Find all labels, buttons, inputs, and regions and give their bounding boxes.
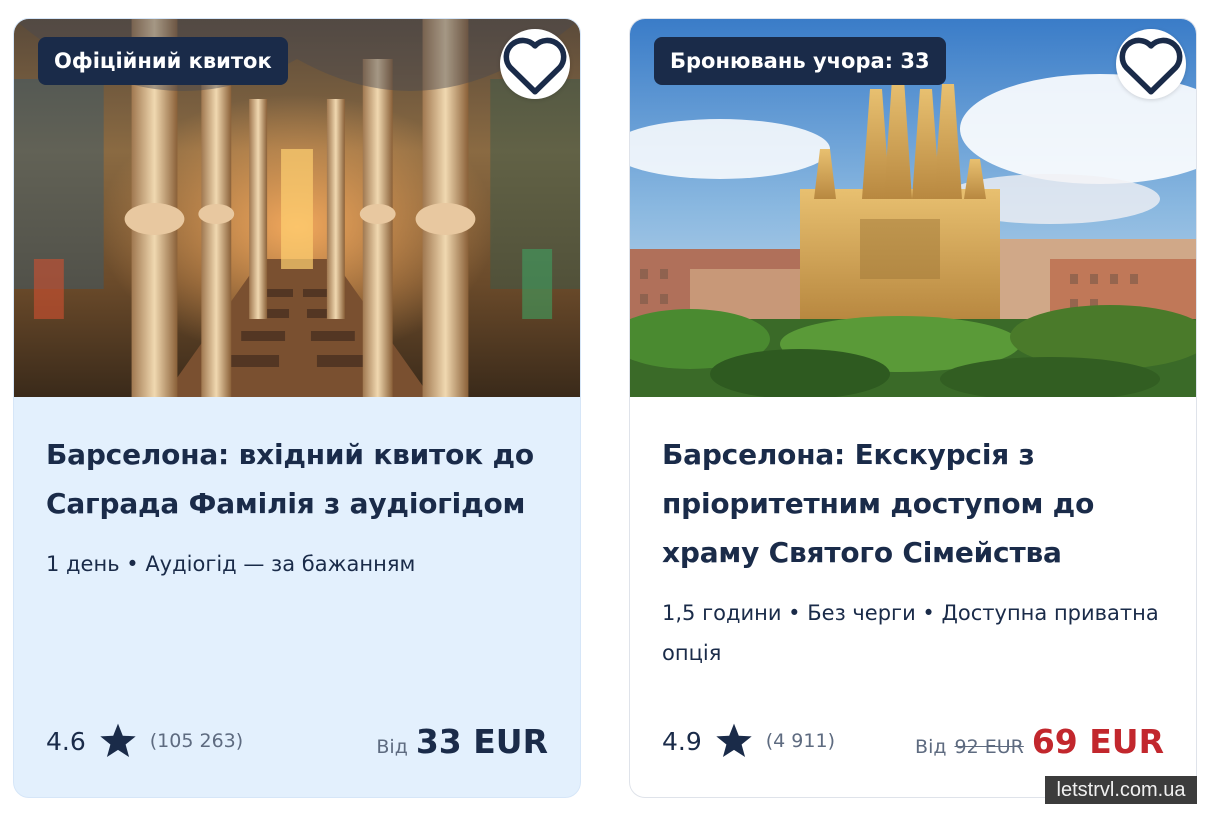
card-footer: 4.9 (4 911) Від 92 EUR 69 EUR xyxy=(662,719,1164,763)
original-price: 92 EUR xyxy=(954,735,1024,758)
activity-card-exterior[interactable]: Бронювань учора: 33 Барселона: Екскурсія… xyxy=(629,18,1197,798)
activity-title[interactable]: Барселона: Екскурсія з пріоритетним дост… xyxy=(662,430,1164,577)
price-from-label: Від xyxy=(915,735,947,758)
price-value: 33 EUR xyxy=(415,721,548,761)
rating-value: 4.9 xyxy=(662,726,702,756)
review-count: (105 263) xyxy=(149,730,244,752)
price-from-label: Від xyxy=(376,735,408,758)
rating: 4.9 (4 911) xyxy=(662,722,835,760)
heart-icon xyxy=(503,37,567,95)
bookings-yesterday-badge: Бронювань учора: 33 xyxy=(654,37,946,85)
activity-details: 1,5 години • Без черги • Доступна приват… xyxy=(662,601,1159,665)
price: Від 33 EUR xyxy=(376,722,548,761)
heart-icon xyxy=(1119,37,1183,95)
star-icon xyxy=(98,722,138,760)
add-to-wishlist-button[interactable] xyxy=(500,29,570,99)
card-photo-exterior[interactable]: Бронювань учора: 33 xyxy=(630,19,1196,397)
activity-card-interior[interactable]: Офіційний квиток Барселона: вхідний квит… xyxy=(13,18,581,798)
card-photo-interior[interactable]: Офіційний квиток xyxy=(14,19,580,397)
star-icon xyxy=(714,722,754,760)
activity-title[interactable]: Барселона: вхідний квиток до Саграда Фам… xyxy=(46,430,548,528)
rating: 4.6 (105 263) xyxy=(46,722,243,760)
site-watermark: letstrvl.com.ua xyxy=(1045,776,1197,804)
review-count: (4 911) xyxy=(765,730,835,752)
add-to-wishlist-button[interactable] xyxy=(1116,29,1186,99)
price: Від 92 EUR 69 EUR xyxy=(915,722,1164,761)
card-footer: 4.6 (105 263) Від 33 EUR xyxy=(46,719,548,763)
sale-price: 69 EUR xyxy=(1031,721,1164,761)
rating-value: 4.6 xyxy=(46,726,86,756)
activity-details: 1 день • Аудіогід — за бажанням xyxy=(46,552,416,576)
official-ticket-badge: Офіційний квиток xyxy=(38,37,288,85)
